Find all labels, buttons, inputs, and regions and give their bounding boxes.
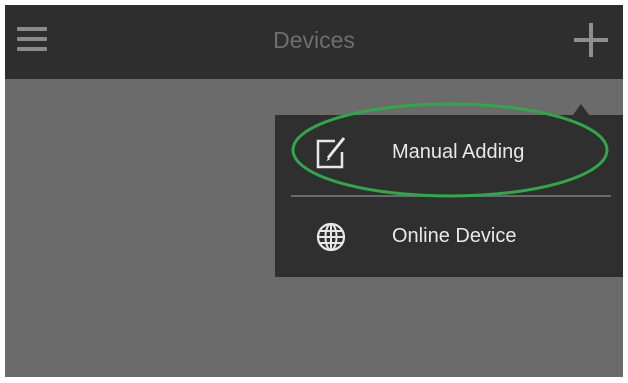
edit-icon [311,133,351,173]
menu-item-online-device[interactable]: Online Device [275,199,623,277]
app-screen: Devices Manual Adding Online Device [5,5,623,377]
dropdown-caret [573,104,589,115]
top-bar: Devices [5,5,623,79]
menu-item-manual-adding[interactable]: Manual Adding [275,115,623,193]
add-device-dropdown: Manual Adding Online Device [275,104,623,277]
page-title: Devices [273,27,355,53]
menu-item-label: Online Device [392,225,517,247]
menu-divider [291,195,611,197]
globe-icon [311,217,351,257]
menu-item-label: Manual Adding [392,141,525,163]
plus-icon[interactable] [571,21,611,61]
